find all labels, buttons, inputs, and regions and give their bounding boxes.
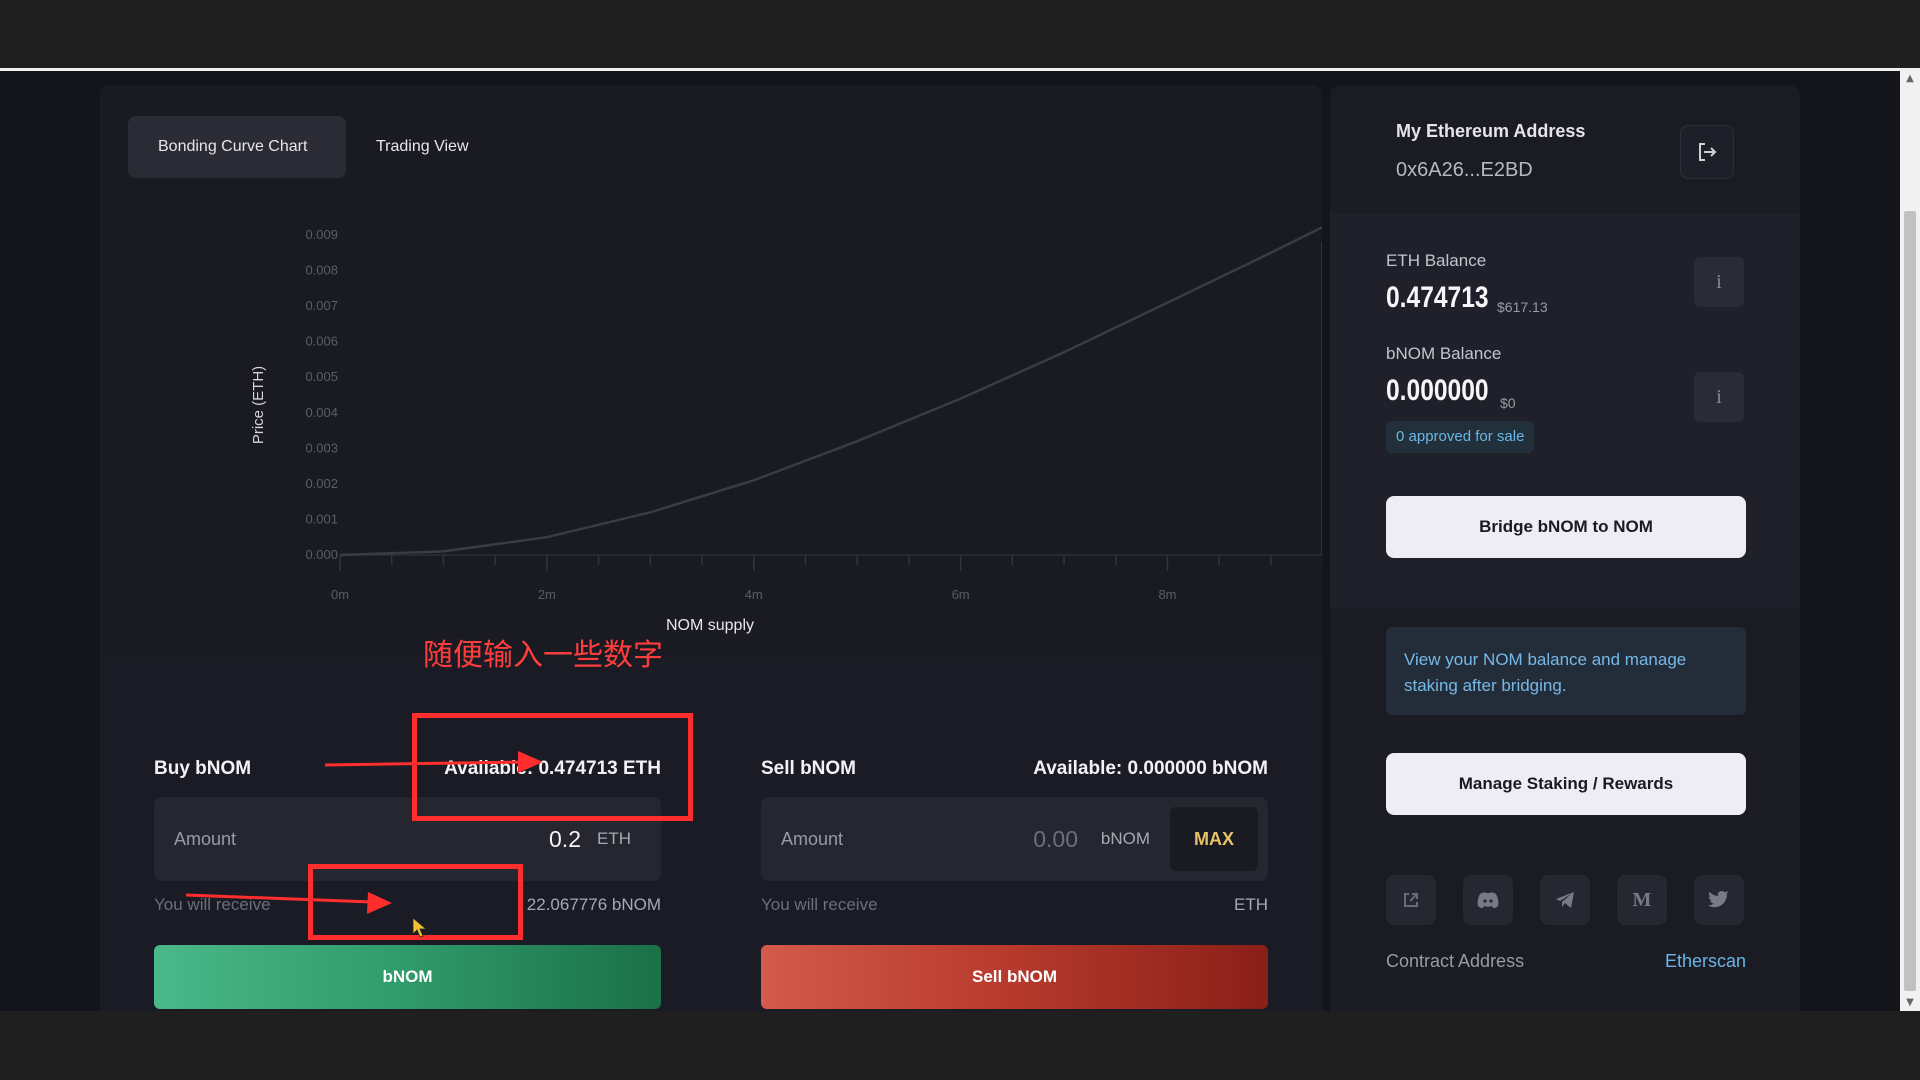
- y-axis-ticks: 0.000 0.001 0.002 0.003 0.004 0.005 0.006 0.007…: [305, 227, 338, 562]
- x-tick-label: 0m: [331, 587, 349, 602]
- discord-icon: [1477, 892, 1499, 908]
- y-tick-label: 0.006: [305, 334, 338, 349]
- external-link-button[interactable]: [1386, 875, 1436, 925]
- bnom-balance-usd: $0: [1500, 395, 1516, 411]
- buy-bnom-button[interactable]: bNOM: [154, 945, 661, 1009]
- page-scrollbar[interactable]: ▲ ▼: [1900, 71, 1920, 1011]
- buy-title: Buy bNOM: [154, 758, 252, 779]
- telegram-button[interactable]: [1540, 875, 1590, 925]
- browser-top-bar: [0, 0, 1920, 68]
- y-tick-label: 0.007: [305, 298, 338, 313]
- sell-amount-placeholder: Amount: [781, 829, 844, 849]
- x-tick-label: 8m: [1158, 587, 1176, 602]
- etherscan-link[interactable]: Etherscan: [1626, 951, 1746, 972]
- sell-amount-input[interactable]: Amount 0.00 bNOM MAX: [761, 797, 1268, 881]
- bnom-balance-label: bNOM Balance: [1386, 344, 1502, 363]
- bridge-button[interactable]: Bridge bNOM to NOM: [1386, 496, 1746, 558]
- info-icon: i: [1716, 270, 1722, 293]
- sell-amount-unit: bNOM: [1100, 829, 1150, 848]
- info-icon: i: [1716, 385, 1722, 408]
- y-tick-label: 0.005: [305, 369, 338, 384]
- tab-trading-view[interactable]: Trading View: [346, 116, 499, 178]
- y-tick-label: 0.002: [305, 476, 338, 491]
- sell-bnom-button[interactable]: Sell bNOM: [761, 945, 1268, 1009]
- eth-balance-value: 0.474713: [1386, 281, 1489, 314]
- y-tick-label: 0.001: [305, 511, 338, 526]
- eth-balance-label: ETH Balance: [1386, 251, 1487, 270]
- sell-amount-value[interactable]: 0.00: [1033, 797, 1078, 881]
- eth-info-button[interactable]: i: [1694, 257, 1744, 307]
- bonding-curve-chart: 0.000 0.001 0.002 0.003 0.004 0.005 0.006 0.007…: [250, 226, 1322, 634]
- twitter-button[interactable]: [1694, 875, 1744, 925]
- address-block: My Ethereum Address 0x6A26...E2BD: [1330, 85, 1800, 213]
- y-tick-label: 0.004: [305, 405, 338, 420]
- sell-title: Sell bNOM: [761, 758, 857, 779]
- x-tick-label: 6m: [952, 587, 970, 602]
- y-tick-label: 0.008: [305, 263, 338, 278]
- logout-icon: [1699, 143, 1717, 161]
- x-axis: [339, 554, 1322, 571]
- chart-section: Bonding Curve Chart Trading View 0.000 0.…: [100, 85, 1322, 655]
- buy-button-label: bNOM: [382, 967, 433, 986]
- contract-address-label: Contract Address: [1386, 951, 1525, 971]
- x-tick-label: 2m: [538, 587, 556, 602]
- eth-balance-usd: $617.13: [1497, 299, 1548, 315]
- main-panel: Bonding Curve Chart Trading View 0.000 0.…: [100, 85, 1322, 1011]
- scroll-up-arrow-icon[interactable]: ▲: [1900, 71, 1920, 87]
- x-axis-tick-labels: 0m 2m 4m 6m 8m: [331, 587, 1177, 602]
- address-title: My Ethereum Address: [1396, 121, 1586, 141]
- y-tick-label: 0.003: [305, 440, 338, 455]
- tab-bonding-curve-chart[interactable]: Bonding Curve Chart: [128, 116, 346, 178]
- scroll-thumb[interactable]: [1904, 211, 1916, 991]
- sell-receive-value: ETH: [1234, 895, 1268, 914]
- medium-icon: M: [1632, 888, 1652, 911]
- trade-section: Buy bNOM Available: 0.474713 ETH Amount …: [100, 660, 1322, 1011]
- y-tick-label: 0.000: [305, 547, 338, 562]
- x-tick-label: 4m: [745, 587, 763, 602]
- x-axis-label: NOM supply: [666, 617, 754, 634]
- bonding-curve-line: [339, 226, 1322, 557]
- sell-receive-label: You will receive: [761, 895, 878, 914]
- twitter-icon: [1708, 891, 1729, 908]
- approved-badge: 0 approved for sale: [1386, 421, 1535, 453]
- scroll-down-arrow-icon[interactable]: ▼: [1900, 995, 1920, 1011]
- sell-available: Available: 0.000000 bNOM: [1033, 758, 1268, 779]
- max-button[interactable]: MAX: [1170, 807, 1258, 871]
- sell-button-label: Sell bNOM: [971, 967, 1057, 986]
- external-link-icon: [1404, 893, 1418, 907]
- balances-block: ETH Balance 0.474713 $617.13 i bNOM Bala…: [1330, 213, 1800, 608]
- annotation-box-buy: [308, 864, 523, 940]
- buy-amount-placeholder: Amount: [174, 829, 237, 849]
- discord-button[interactable]: [1463, 875, 1513, 925]
- telegram-icon: [1556, 892, 1574, 908]
- y-axis-label: Price (ETH): [250, 366, 267, 444]
- annotation-box-amount: [412, 713, 693, 821]
- y-tick-label: 0.009: [305, 227, 338, 242]
- buy-receive-label: You will receive: [154, 895, 271, 914]
- address-value: 0x6A26...E2BD: [1396, 159, 1533, 181]
- medium-button[interactable]: M: [1617, 875, 1667, 925]
- app-viewport: Bonding Curve Chart Trading View 0.000 0.…: [0, 71, 1900, 1011]
- bnom-balance-value: 0.000000: [1386, 374, 1489, 407]
- annotation-text: 随便输入一些数字: [423, 638, 663, 673]
- manage-staking-button[interactable]: Manage Staking / Rewards: [1386, 753, 1746, 815]
- account-panel: My Ethereum Address 0x6A26...E2BD ETH Ba…: [1330, 85, 1800, 1011]
- bridge-info-box: View your NOM balance and manage staking…: [1386, 627, 1746, 715]
- bnom-info-button[interactable]: i: [1694, 372, 1744, 422]
- browser-bottom-bar: [0, 1011, 1920, 1080]
- logout-button[interactable]: [1680, 125, 1734, 179]
